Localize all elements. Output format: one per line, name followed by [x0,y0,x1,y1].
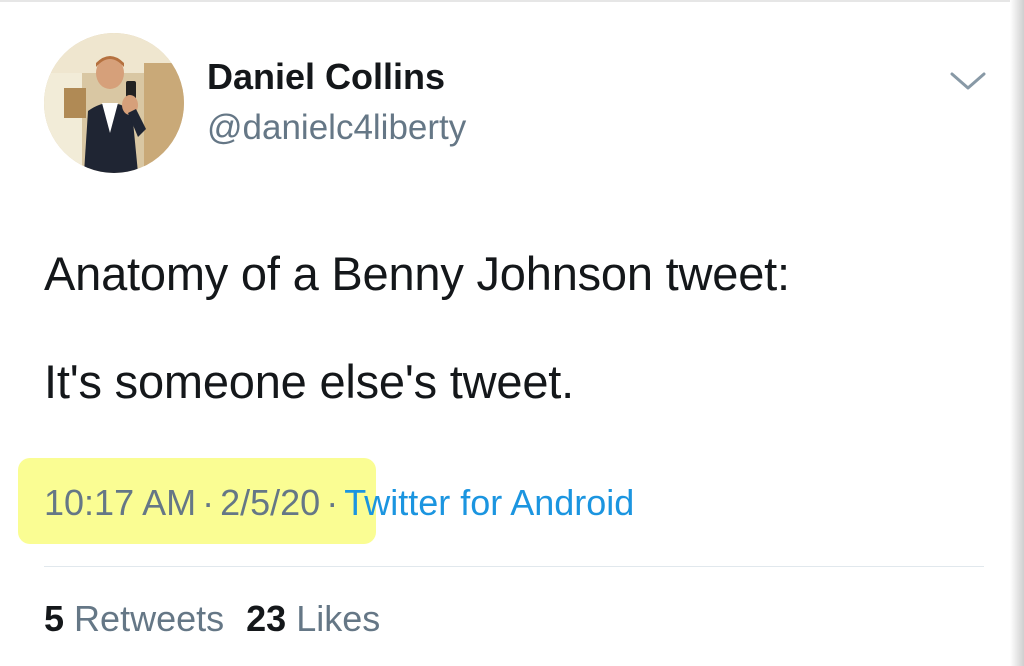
tweet-text-line: It's someone else's tweet. [44,355,574,408]
tweet-source-link[interactable]: Twitter for Android [344,482,634,523]
scrollbar-edge [1010,0,1024,666]
tweet-card: Daniel Collins @danielc4liberty Anatomy … [0,0,1024,666]
top-edge [0,0,1024,2]
chevron-down-icon[interactable] [946,66,990,96]
likes-count: 23 [246,598,287,639]
likes-stat[interactable]: 23 Likes [246,598,380,639]
likes-label: Likes [296,598,381,639]
meta-separator: · [326,482,339,523]
meta-separator: · [202,482,215,523]
tweet-date[interactable]: 2/5/20 [220,482,320,523]
tweet-stats: 5 Retweets 23 Likes [44,598,402,640]
tweet-text-line: Anatomy of a Benny Johnson tweet: [44,247,790,300]
avatar[interactable] [44,33,184,173]
tweet-meta: 10:17 AM · 2/5/20 · Twitter for Android [44,482,634,524]
divider [44,566,984,567]
tweet-time[interactable]: 10:17 AM [44,482,196,523]
retweets-label: Retweets [74,598,225,639]
retweets-count: 5 [44,598,65,639]
retweets-stat[interactable]: 5 Retweets [44,598,224,639]
author-handle[interactable]: @danielc4liberty [207,108,466,148]
author-display-name[interactable]: Daniel Collins [207,56,445,98]
